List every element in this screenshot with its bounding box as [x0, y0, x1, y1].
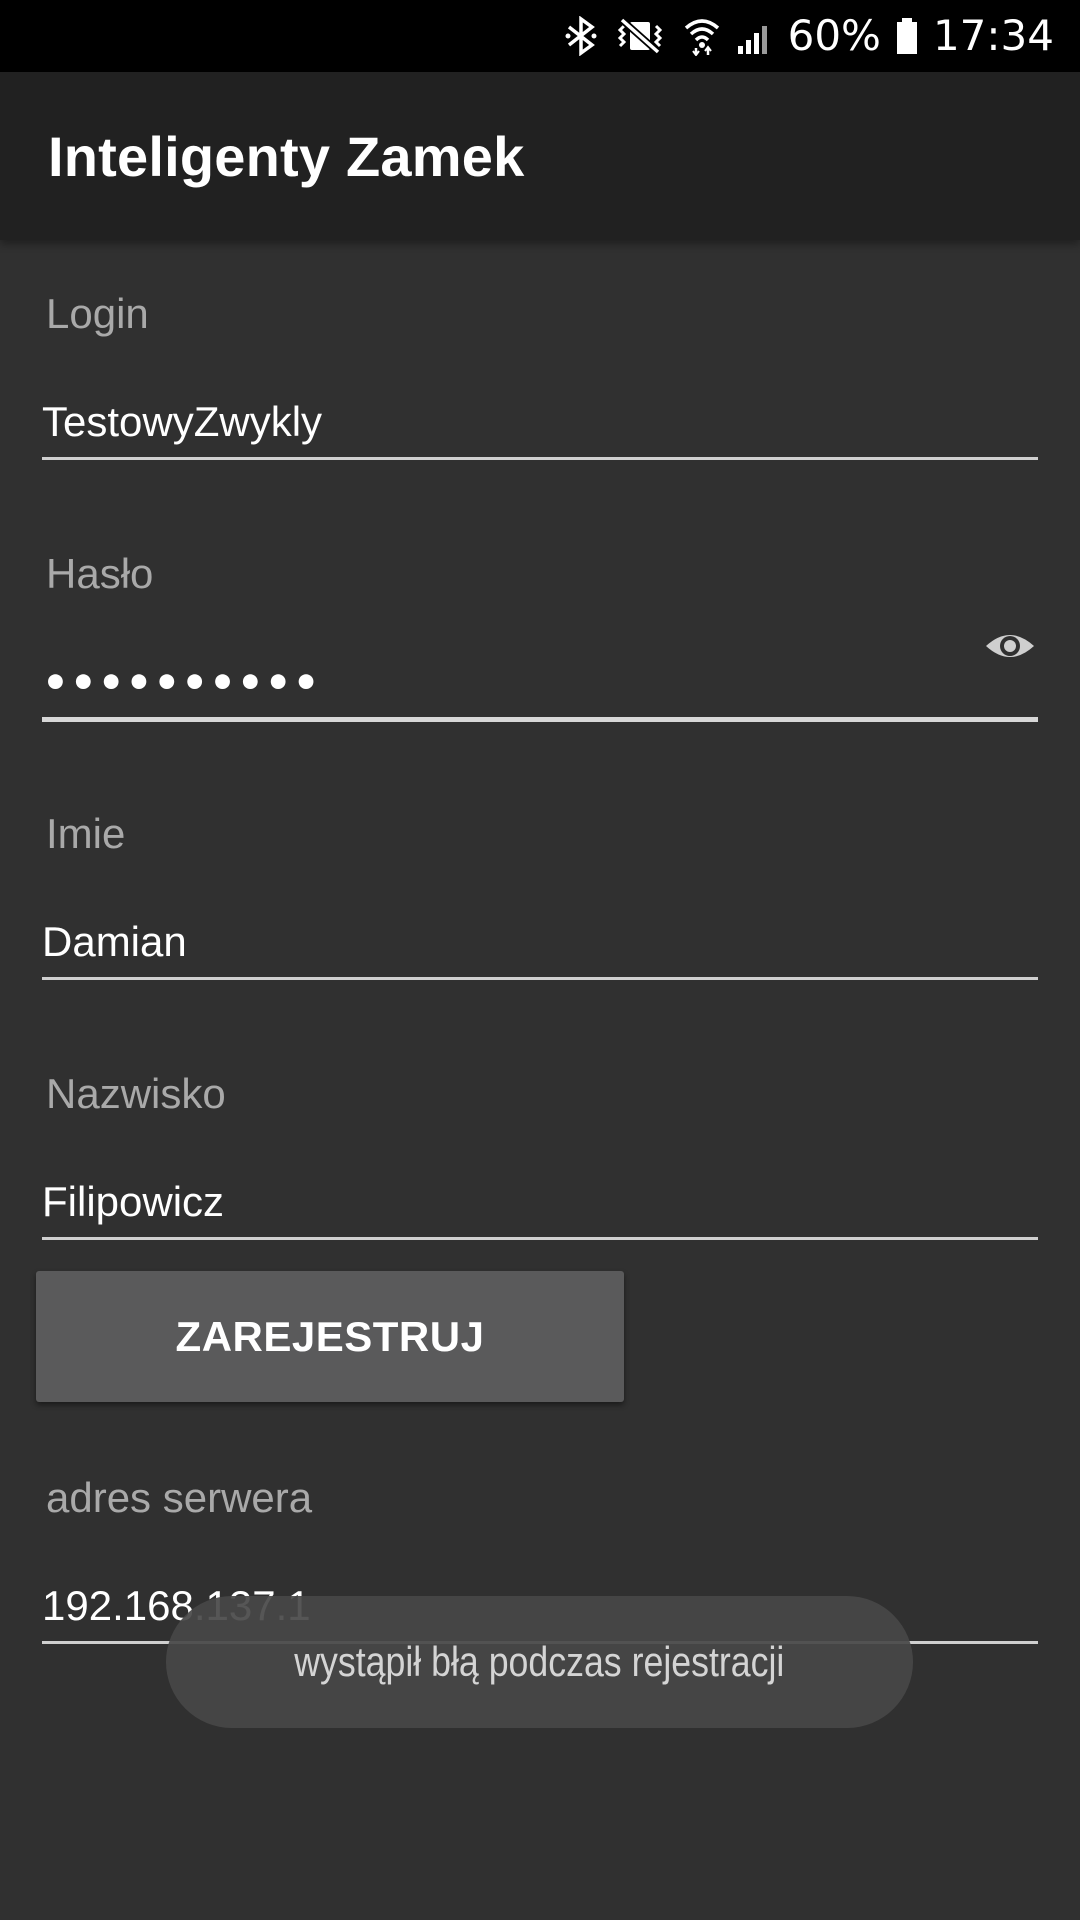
login-underline	[42, 457, 1038, 460]
login-label: Login	[46, 290, 149, 337]
last-name-input[interactable]: Filipowicz	[42, 1178, 224, 1226]
clock: 17:34	[932, 11, 1054, 60]
password-input[interactable]: ••••••••••	[42, 658, 320, 707]
last-name-underline	[42, 1237, 1038, 1240]
bluetooth-icon	[564, 16, 598, 56]
last-name-field[interactable]: Nazwisko Filipowicz	[42, 1070, 1038, 1250]
signal-icon	[736, 16, 774, 56]
login-field[interactable]: Login TestowyZwykly	[42, 290, 1038, 470]
first-name-label: Imie	[46, 810, 126, 857]
app-title: Inteligenty Zamek	[48, 125, 525, 188]
password-underline	[42, 717, 1038, 722]
first-name-input[interactable]: Damian	[42, 918, 187, 966]
password-field[interactable]: Hasło ••••••••••	[42, 550, 1038, 730]
first-name-underline	[42, 977, 1038, 980]
app-screen: 60% 17:34 Inteligenty Zamek Login Testow…	[0, 0, 1080, 1920]
vibrate-mute-icon	[612, 16, 668, 56]
login-input[interactable]: TestowyZwykly	[42, 398, 322, 446]
password-label: Hasło	[46, 550, 154, 597]
server-address-label: adres serwera	[46, 1474, 313, 1521]
first-name-field[interactable]: Imie Damian	[42, 810, 1038, 990]
battery-percent: 60%	[787, 11, 881, 60]
wifi-icon	[682, 16, 722, 56]
toast-message: wystąpił błą podczas rejestracji	[294, 1638, 785, 1685]
last-name-label: Nazwisko	[46, 1070, 226, 1117]
status-bar: 60% 17:34	[0, 0, 1080, 72]
eye-icon[interactable]	[982, 618, 1038, 674]
battery-icon	[895, 16, 919, 56]
error-toast: wystąpił błą podczas rejestracji	[166, 1596, 913, 1728]
status-icons: 60% 17:34	[564, 0, 1054, 72]
register-button[interactable]: ZAREJESTRUJ	[36, 1271, 624, 1402]
app-bar: Inteligenty Zamek	[0, 72, 1080, 240]
